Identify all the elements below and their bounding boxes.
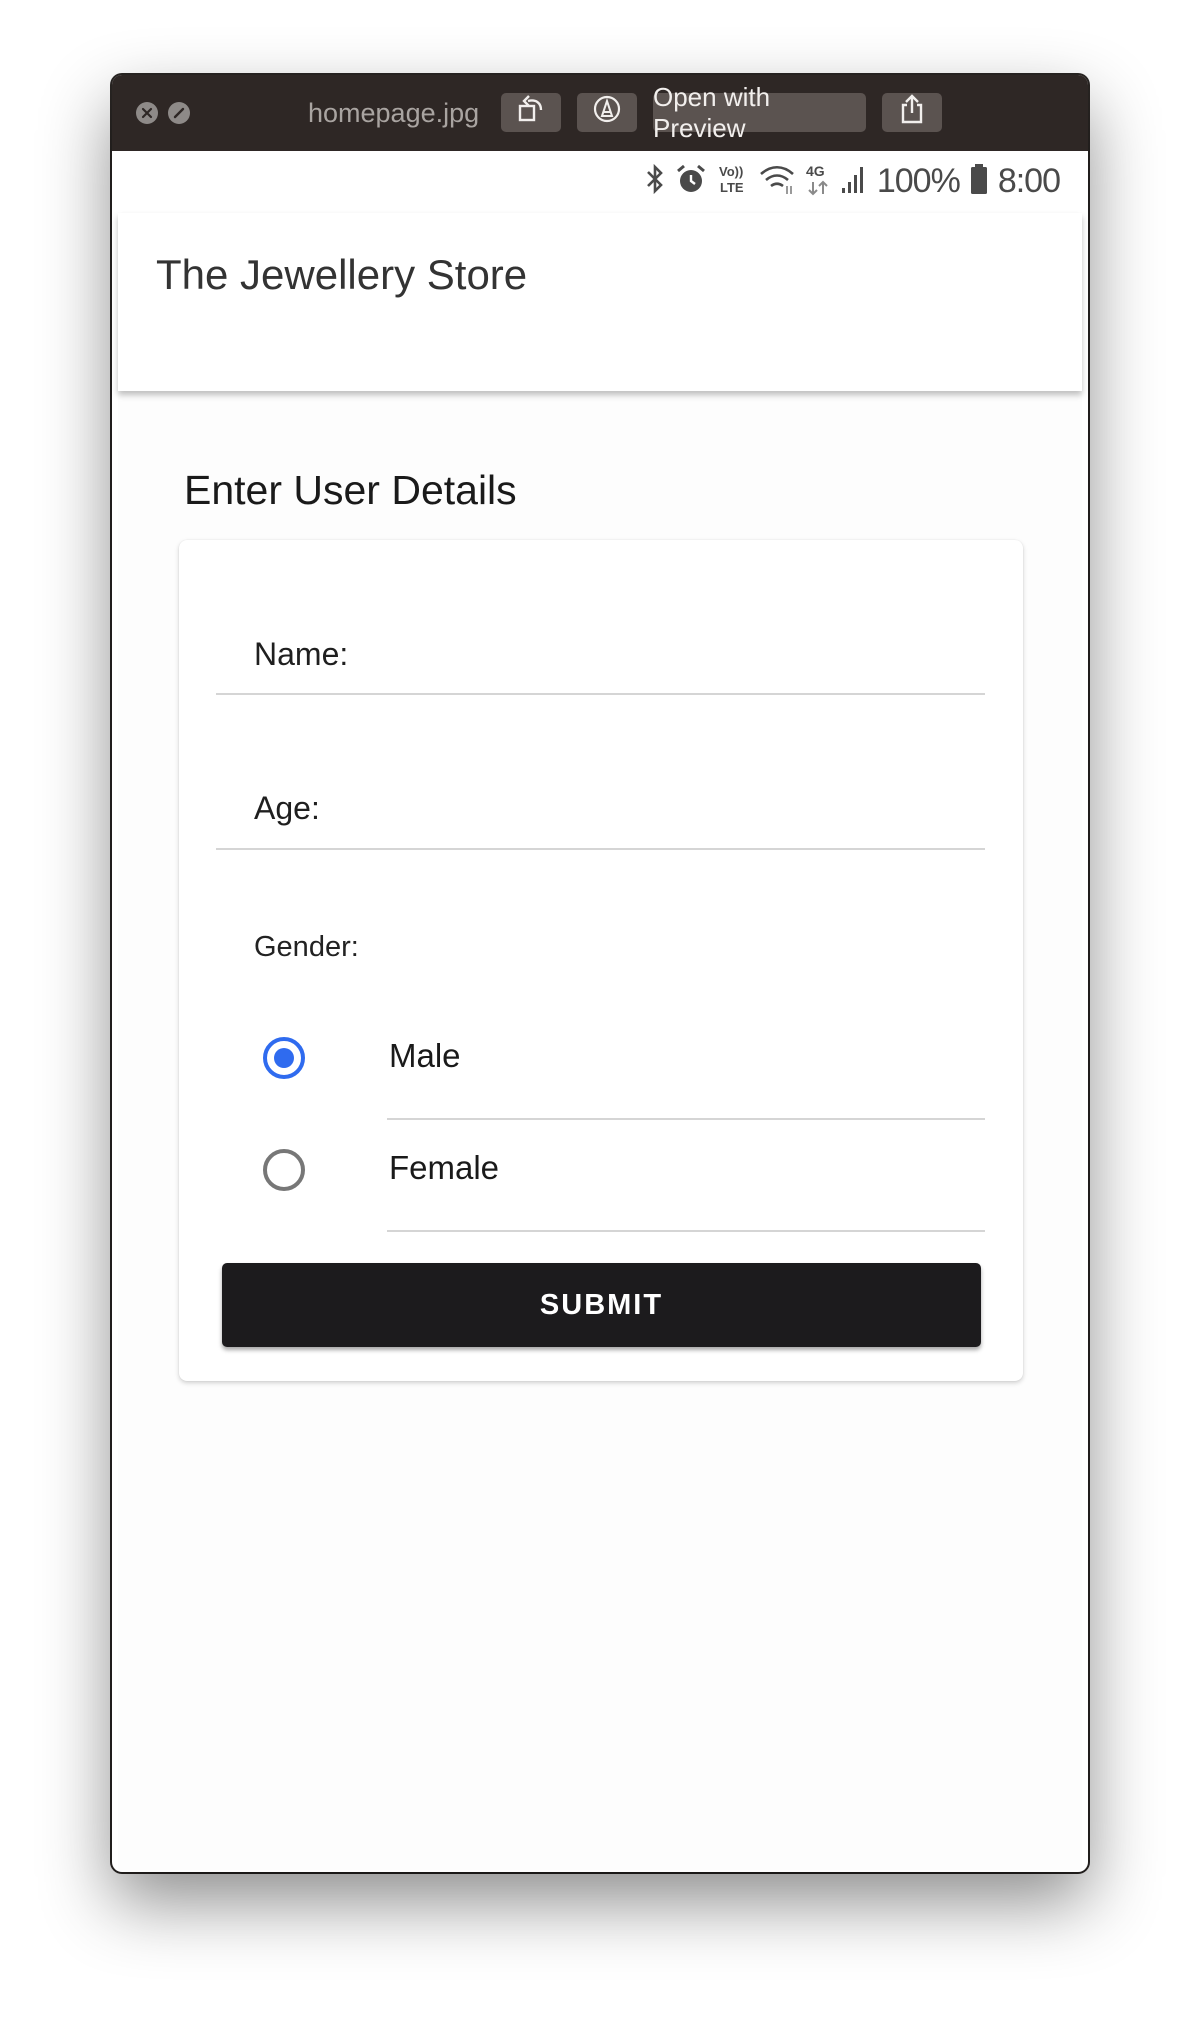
age-field[interactable]: Age: xyxy=(216,743,985,850)
share-icon xyxy=(899,94,925,131)
close-window-icon[interactable] xyxy=(136,102,158,124)
svg-text:LTE: LTE xyxy=(720,180,744,195)
app-bar: The Jewellery Store xyxy=(118,213,1082,391)
alarm-icon xyxy=(675,163,707,200)
name-field[interactable]: Name: xyxy=(216,590,985,695)
clock-time: 8:00 xyxy=(997,161,1061,200)
mobile-data-icon: 4G xyxy=(805,162,831,201)
battery-icon xyxy=(970,163,988,200)
window-titlebar: homepage.jpg Open with Preview xyxy=(112,75,1088,151)
name-label: Name: xyxy=(254,636,349,672)
male-radio-button[interactable] xyxy=(263,1037,305,1079)
window-filename: homepage.jpg xyxy=(308,98,480,128)
fullscreen-window-icon[interactable] xyxy=(168,102,190,124)
female-radio-button[interactable] xyxy=(263,1149,305,1191)
age-label: Age: xyxy=(254,790,320,826)
bluetooth-icon xyxy=(645,163,665,200)
submit-button[interactable]: SUBMIT xyxy=(222,1263,981,1347)
wifi-icon xyxy=(759,164,795,199)
option-divider xyxy=(387,1230,985,1232)
phone-screen: Vo)) LTE 4G 100% 8:00 The Jewellery Stor… xyxy=(118,151,1082,1870)
rotate-icon xyxy=(516,95,546,130)
svg-text:Vo)): Vo)) xyxy=(719,164,743,179)
app-title: The Jewellery Store xyxy=(156,251,528,298)
user-details-card: Name: Age: Gender: Male Female SUBMIT xyxy=(179,540,1023,1381)
svg-text:4G: 4G xyxy=(806,163,825,179)
rotate-button[interactable] xyxy=(501,93,561,132)
markup-pen-icon xyxy=(592,94,622,131)
gender-label: Gender: xyxy=(254,931,359,963)
volte-icon: Vo)) LTE xyxy=(717,162,749,201)
form-heading: Enter User Details xyxy=(184,467,517,513)
gender-option-female[interactable]: Female xyxy=(179,1120,1023,1232)
signal-strength-icon xyxy=(841,164,867,199)
open-with-preview-button[interactable]: Open with Preview xyxy=(653,82,866,143)
share-button[interactable] xyxy=(882,93,942,132)
status-bar: Vo)) LTE 4G 100% 8:00 xyxy=(118,151,1082,213)
female-option-label: Female xyxy=(389,1149,500,1186)
gender-option-male[interactable]: Male xyxy=(179,1008,1023,1120)
markup-button[interactable] xyxy=(577,93,637,132)
male-option-label: Male xyxy=(389,1037,461,1074)
preview-window: homepage.jpg Open with Preview Vo)) LTE … xyxy=(112,75,1088,1872)
battery-percent: 100% xyxy=(876,161,961,200)
status-icons: Vo)) LTE 4G 100% 8:00 xyxy=(645,159,1061,203)
